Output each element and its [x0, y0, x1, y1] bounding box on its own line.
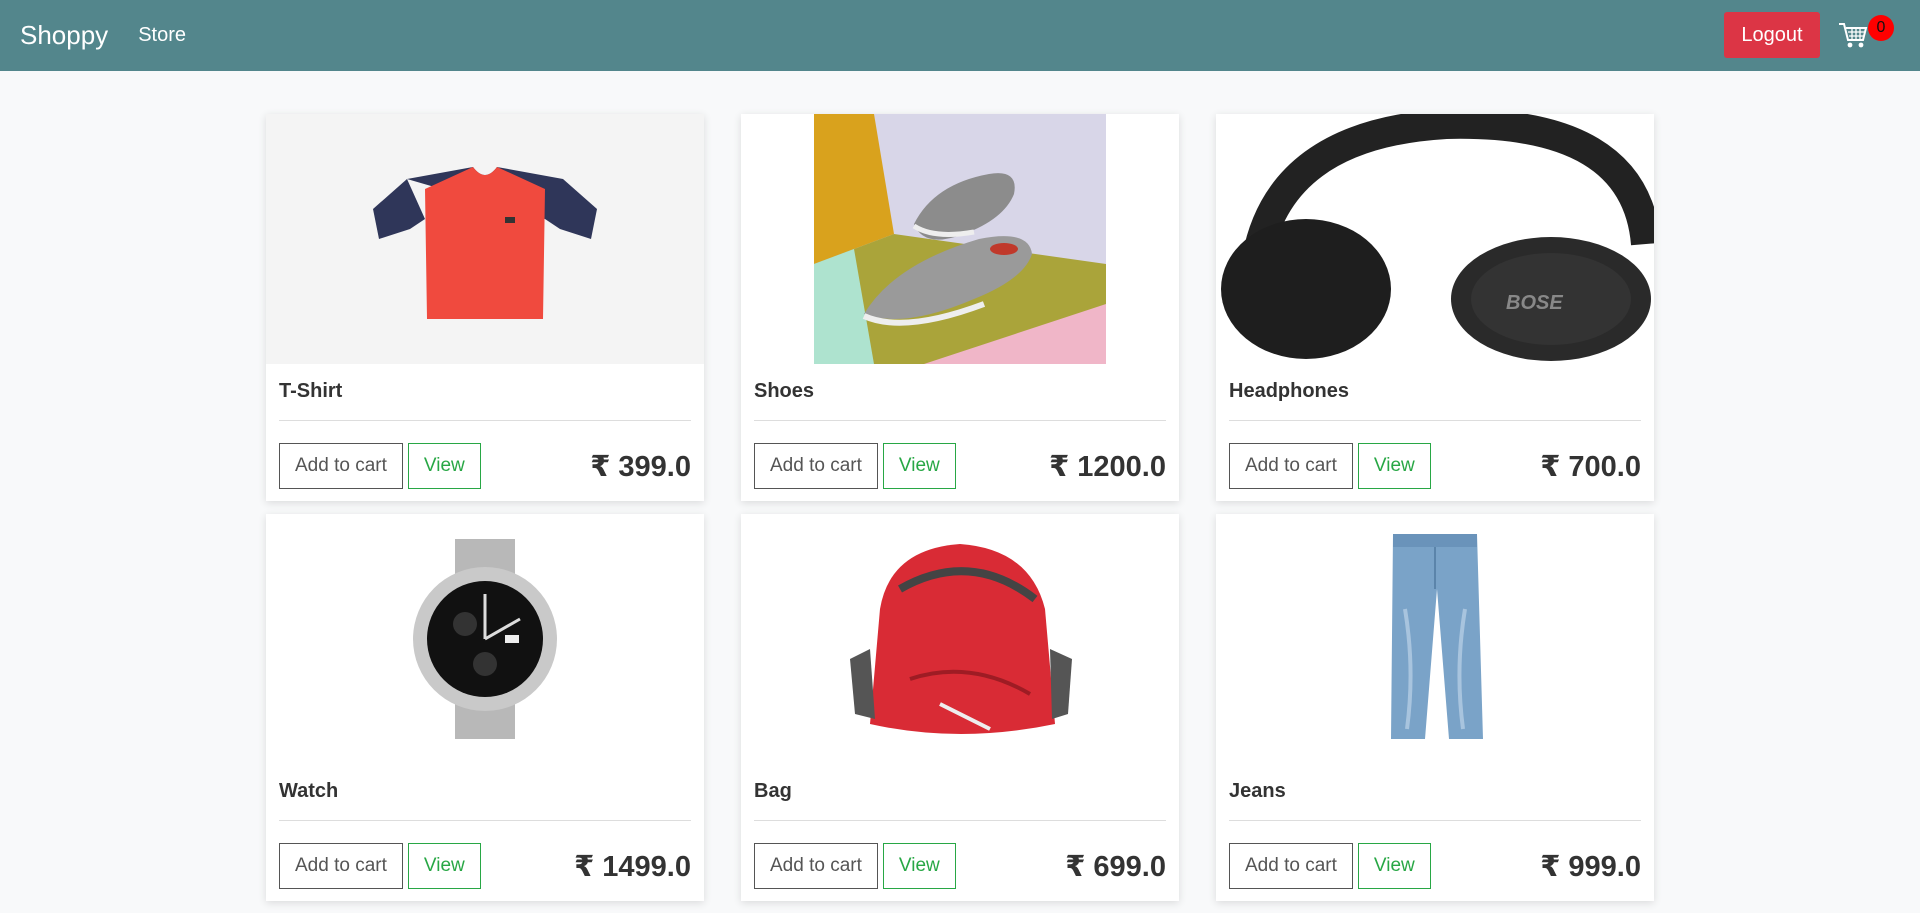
- bag-image[interactable]: [741, 514, 1179, 764]
- watch-image[interactable]: [266, 514, 704, 764]
- product-card: Jeans Add to cart View ₹ 999.0: [1216, 514, 1654, 901]
- add-to-cart-button[interactable]: Add to cart: [754, 843, 878, 889]
- navbar: Shoppy Store Logout 0: [0, 0, 1920, 71]
- product-card: Shoes Add to cart View ₹ 1200.0: [741, 114, 1179, 501]
- view-button[interactable]: View: [407, 843, 481, 889]
- product-title: Watch: [279, 764, 691, 821]
- product-price: ₹ 999.0: [1540, 850, 1641, 883]
- view-button[interactable]: View: [407, 443, 481, 489]
- card-footer: Add to cart View ₹ 700.0: [1229, 442, 1641, 490]
- product-card: BOSE Headphones Add to cart View ₹ 700.0: [1216, 114, 1654, 501]
- view-button[interactable]: View: [882, 843, 956, 889]
- product-price: ₹ 700.0: [1540, 450, 1641, 483]
- add-to-cart-button[interactable]: Add to cart: [279, 843, 403, 889]
- logout-button[interactable]: Logout: [1724, 12, 1820, 58]
- product-card: Watch Add to cart View ₹ 1499.0: [266, 514, 704, 901]
- cart-button[interactable]: 0: [1838, 15, 1894, 57]
- card-footer: Add to cart View ₹ 1200.0: [754, 442, 1166, 490]
- add-to-cart-button[interactable]: Add to cart: [1229, 443, 1353, 489]
- product-grid: T-Shirt Add to cart View ₹ 399.0 Shoes A…: [266, 114, 1654, 901]
- t-shirt-image[interactable]: [266, 114, 704, 364]
- view-button[interactable]: View: [1357, 443, 1431, 489]
- shoes-image[interactable]: [741, 114, 1179, 364]
- card-footer: Add to cart View ₹ 999.0: [1229, 842, 1641, 890]
- cart-count-badge: 0: [1868, 15, 1894, 41]
- cart-icon: [1839, 23, 1868, 48]
- view-button[interactable]: View: [882, 443, 956, 489]
- product-price: ₹ 699.0: [1065, 850, 1166, 883]
- brand-logo[interactable]: Shoppy: [20, 20, 108, 51]
- product-card: T-Shirt Add to cart View ₹ 399.0: [266, 114, 704, 501]
- svg-text:BOSE: BOSE: [1506, 292, 1563, 314]
- jeans-image[interactable]: [1216, 514, 1654, 764]
- product-price: ₹ 1499.0: [574, 850, 691, 883]
- view-button[interactable]: View: [1357, 843, 1431, 889]
- product-title: Headphones: [1229, 364, 1641, 421]
- product-title: Shoes: [754, 364, 1166, 421]
- headphones-image[interactable]: BOSE: [1216, 114, 1654, 364]
- nav-link-store[interactable]: Store: [138, 24, 186, 47]
- product-price: ₹ 399.0: [590, 450, 691, 483]
- card-footer: Add to cart View ₹ 1499.0: [279, 842, 691, 890]
- product-title: Bag: [754, 764, 1166, 821]
- card-footer: Add to cart View ₹ 699.0: [754, 842, 1166, 890]
- product-title: Jeans: [1229, 764, 1641, 821]
- add-to-cart-button[interactable]: Add to cart: [279, 443, 403, 489]
- product-price: ₹ 1200.0: [1049, 450, 1166, 483]
- product-title: T-Shirt: [279, 364, 691, 421]
- product-card: Bag Add to cart View ₹ 699.0: [741, 514, 1179, 901]
- add-to-cart-button[interactable]: Add to cart: [1229, 843, 1353, 889]
- card-footer: Add to cart View ₹ 399.0: [279, 442, 691, 490]
- add-to-cart-button[interactable]: Add to cart: [754, 443, 878, 489]
